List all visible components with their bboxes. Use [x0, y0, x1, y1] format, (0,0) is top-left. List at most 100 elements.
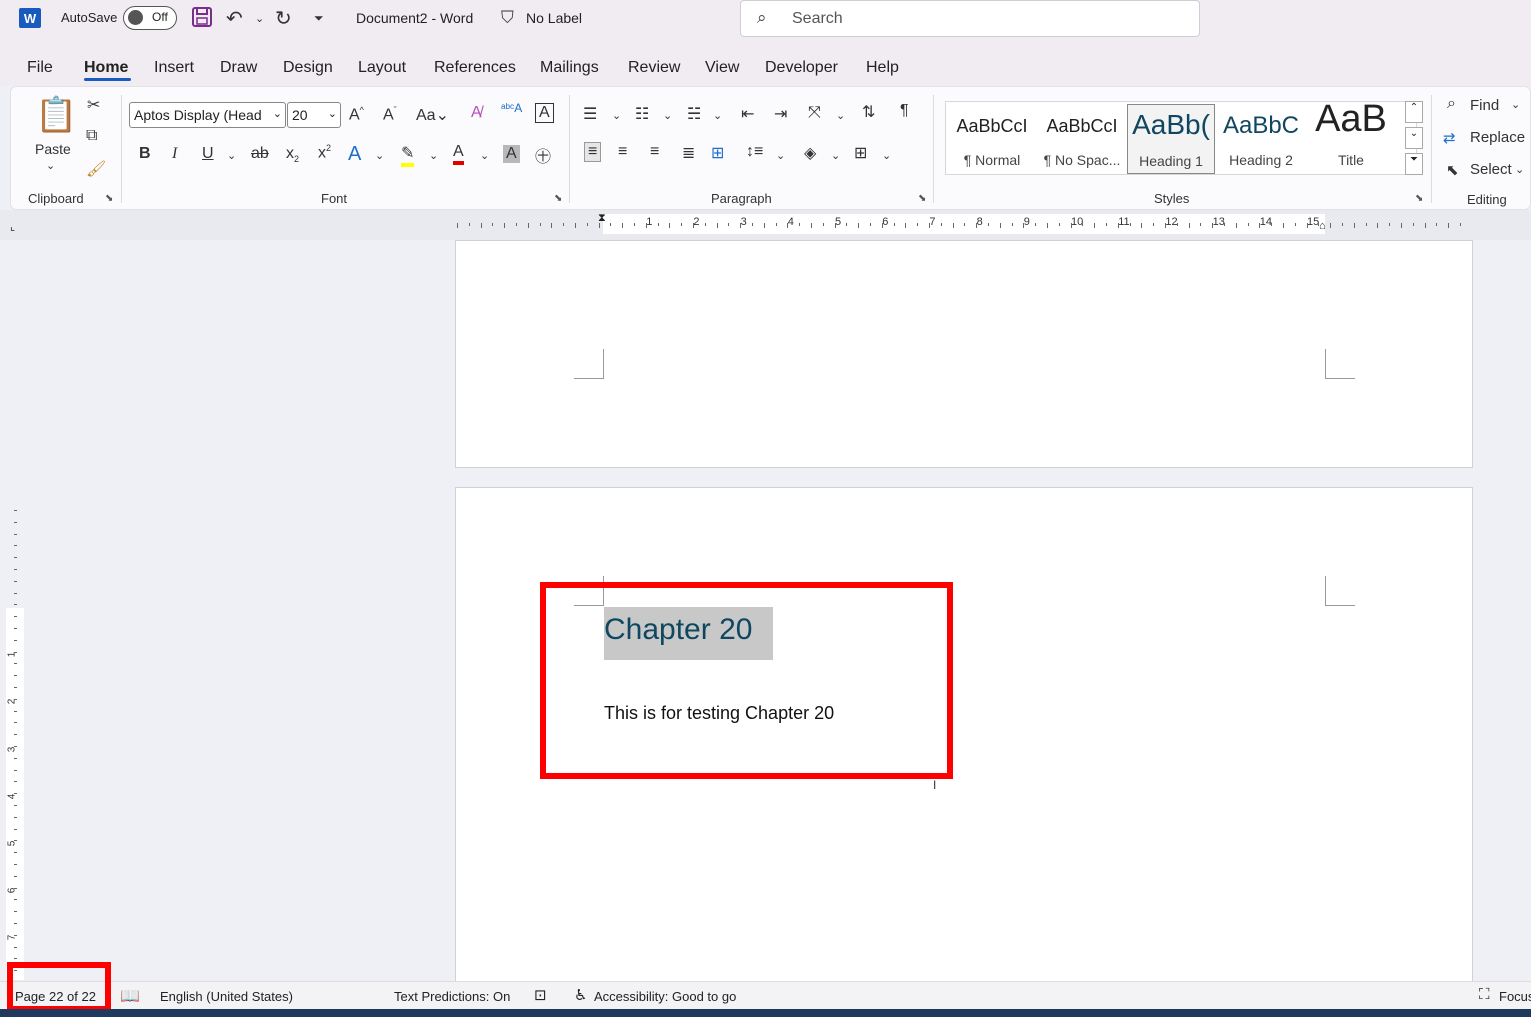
tab-selector-icon[interactable]: ⌞	[10, 220, 15, 233]
select-icon[interactable]: ⬉	[1446, 161, 1459, 179]
font-color-dropdown-icon[interactable]: ⌄	[480, 149, 489, 162]
macro-recording-icon[interactable]: ⊡	[534, 986, 547, 1004]
autosave-toggle[interactable]: Off	[123, 6, 177, 30]
subscript-icon[interactable]: x2	[286, 145, 299, 164]
numbering-dropdown-icon[interactable]: ⌄	[663, 109, 672, 122]
multilevel-list-icon[interactable]: ☵	[687, 104, 701, 124]
highlight-icon[interactable]: ✎	[401, 143, 415, 167]
search-box[interactable]: ⌕ Search	[740, 0, 1200, 37]
decrease-indent-icon[interactable]: ⇤	[741, 104, 754, 124]
tab-review[interactable]: Review	[628, 59, 680, 77]
underline-dropdown-icon[interactable]: ⌄	[227, 149, 236, 162]
borders-dropdown-icon[interactable]: ⌄	[882, 149, 891, 162]
text-effects-icon[interactable]: A	[348, 143, 361, 166]
highlight-dropdown-icon[interactable]: ⌄	[429, 149, 438, 162]
proofing-book-icon[interactable]: 📖	[120, 986, 140, 1006]
character-border-icon[interactable]: A	[535, 103, 554, 123]
tab-view[interactable]: View	[705, 59, 739, 77]
sort-icon[interactable]: ⇅	[862, 102, 875, 122]
shrink-font-icon[interactable]: Aˇ	[383, 105, 397, 124]
styles-more[interactable]: ⏷	[1405, 153, 1423, 175]
font-launcher-icon[interactable]: ⬊	[554, 193, 562, 204]
horizontal-ruler[interactable]: ⧗ ⌂ 1 2 3 4 5 6 7 8 9 10 11 12 13 14 15	[455, 212, 1473, 234]
tab-developer[interactable]: Developer	[765, 59, 838, 77]
styles-scroll-down[interactable]: ⌄	[1405, 127, 1423, 149]
find-button[interactable]: Find	[1470, 97, 1499, 114]
undo-icon[interactable]: ↶	[226, 6, 243, 31]
language-status[interactable]: English (United States)	[160, 989, 293, 1004]
tab-mailings[interactable]: Mailings	[540, 59, 599, 77]
tab-insert[interactable]: Insert	[154, 59, 194, 77]
tab-layout[interactable]: Layout	[358, 59, 406, 77]
style-normal[interactable]: AaBbCcI ¶ Normal	[948, 104, 1036, 174]
paste-icon[interactable]: 📋	[35, 95, 77, 135]
align-center-icon[interactable]: ≡	[618, 143, 627, 161]
styles-launcher-icon[interactable]: ⬊	[1415, 193, 1423, 204]
bullets-dropdown-icon[interactable]: ⌄	[612, 109, 621, 122]
borders-icon[interactable]: ⊞	[854, 143, 867, 163]
numbering-icon[interactable]: ☷	[635, 104, 649, 124]
find-dropdown-icon[interactable]: ⌄	[1511, 98, 1520, 111]
vertical-ruler[interactable]: 1 2 3 4 5 6 7	[6, 240, 24, 980]
paragraph-launcher-icon[interactable]: ⬊	[918, 193, 926, 204]
select-button[interactable]: Select	[1470, 161, 1512, 178]
line-spacing-icon[interactable]: ↕≡	[746, 143, 763, 161]
underline-icon[interactable]: U	[202, 145, 214, 163]
format-painter-icon[interactable]: 🖌	[86, 159, 106, 179]
distributed-icon[interactable]: ⊞	[711, 143, 724, 163]
show-formatting-icon[interactable]: ¶	[900, 102, 909, 120]
accessibility-icon[interactable]: ♿	[574, 986, 587, 1004]
shading-dropdown-icon[interactable]: ⌄	[831, 149, 840, 162]
save-icon[interactable]	[191, 6, 213, 34]
asian-layout-icon[interactable]: ⤧	[808, 104, 821, 122]
bold-icon[interactable]: B	[139, 145, 151, 163]
find-icon[interactable]: ⌕	[1447, 95, 1456, 113]
tab-references[interactable]: References	[434, 59, 516, 77]
font-name-combo[interactable]: Aptos Display (Head ⌄	[129, 102, 286, 128]
character-shading-icon[interactable]: A	[503, 145, 520, 163]
align-right-icon[interactable]: ≡	[650, 143, 659, 161]
page-previous[interactable]	[455, 240, 1473, 468]
text-effects-abc-icon[interactable]: ᵃᵇᶜA	[501, 101, 522, 115]
undo-dropdown-icon[interactable]: ⌄	[255, 12, 264, 25]
grow-font-icon[interactable]: A^	[349, 105, 364, 124]
right-indent-icon[interactable]: ⌂	[1319, 220, 1326, 232]
cut-icon[interactable]: ✂	[87, 95, 100, 115]
replace-button[interactable]: Replace	[1470, 129, 1525, 146]
customize-qat-icon[interactable]: ⏷	[314, 11, 324, 26]
tab-home[interactable]: Home	[84, 59, 128, 77]
style-no-spacing[interactable]: AaBbCcI ¶ No Spac...	[1038, 104, 1126, 174]
paste-label[interactable]: Paste	[35, 141, 71, 157]
justify-icon[interactable]: ≣	[682, 143, 695, 163]
style-title[interactable]: AaB Title	[1307, 98, 1395, 174]
accessibility-status[interactable]: Accessibility: Good to go	[594, 989, 736, 1004]
clear-formatting-icon[interactable]: A̸	[471, 104, 482, 122]
strikethrough-icon[interactable]: ab	[251, 145, 269, 163]
style-heading-2[interactable]: AaBbC Heading 2	[1217, 104, 1305, 174]
line-spacing-dropdown-icon[interactable]: ⌄	[776, 149, 785, 162]
tab-file[interactable]: File	[27, 59, 53, 77]
redo-icon[interactable]: ↻	[275, 6, 292, 31]
text-predictions-status[interactable]: Text Predictions: On	[394, 989, 510, 1004]
tab-help[interactable]: Help	[866, 59, 899, 77]
focus-button[interactable]: Focus	[1499, 989, 1531, 1004]
superscript-icon[interactable]: x2	[318, 143, 331, 162]
increase-indent-icon[interactable]: ⇥	[774, 104, 787, 124]
focus-icon[interactable]: ⛶	[1479, 986, 1490, 1003]
shading-icon[interactable]: ◈	[804, 143, 816, 163]
align-left-icon[interactable]: ≡	[584, 142, 602, 162]
change-case-icon[interactable]: Aa⌄	[416, 105, 449, 125]
text-effects-dropdown-icon[interactable]: ⌄	[375, 149, 384, 162]
select-dropdown-icon[interactable]: ⌄	[1515, 163, 1524, 176]
bullets-icon[interactable]: ☰	[583, 104, 597, 124]
paste-dropdown-icon[interactable]: ⌄	[46, 159, 55, 172]
sensitivity-label[interactable]: No Label	[526, 10, 582, 26]
tab-draw[interactable]: Draw	[220, 59, 257, 77]
italic-icon[interactable]: I	[172, 145, 177, 163]
font-color-icon[interactable]: A	[453, 143, 464, 165]
tab-design[interactable]: Design	[283, 59, 333, 77]
asian-layout-dropdown-icon[interactable]: ⌄	[836, 109, 845, 122]
style-heading-1[interactable]: AaBb( Heading 1	[1127, 104, 1215, 174]
replace-icon[interactable]: ⇄	[1443, 129, 1456, 147]
font-size-combo[interactable]: 20 ⌄	[287, 102, 341, 128]
